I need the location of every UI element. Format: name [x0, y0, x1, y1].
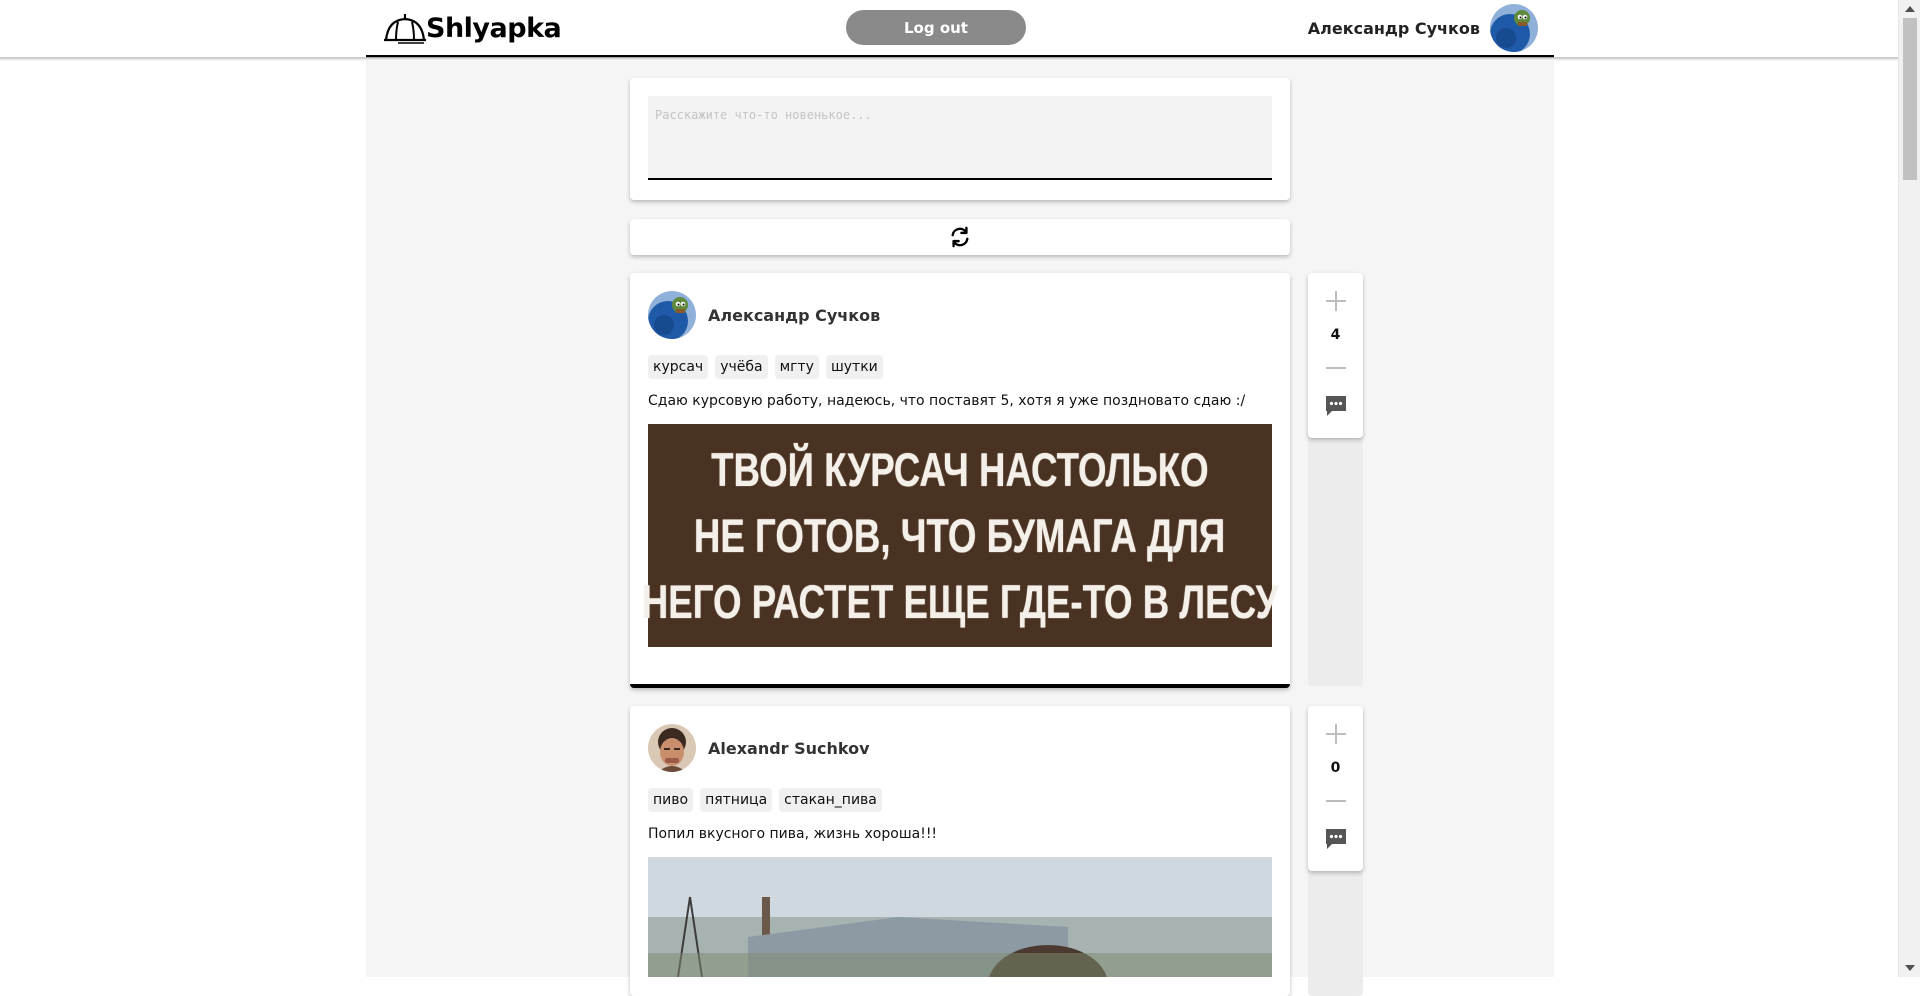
- logo-text: Shlyapka: [426, 12, 562, 44]
- refresh-icon: [951, 226, 969, 248]
- vote-count: 0: [1330, 760, 1341, 776]
- scrollbar-thumb[interactable]: [1903, 18, 1917, 180]
- plus-icon: [1326, 724, 1346, 744]
- post-tags: пиво пятница стакан_пива: [648, 788, 1272, 812]
- tag[interactable]: пиво: [648, 788, 694, 812]
- avatar[interactable]: [648, 724, 696, 772]
- downvote-button[interactable]: [1321, 786, 1351, 816]
- meme-text-line: НЕГО РАСТЕТ ЕЩЕ ГДЕ-ТО В ЛЕСУ: [641, 574, 1279, 628]
- tag[interactable]: шутки: [825, 355, 883, 379]
- plus-icon: [1326, 291, 1346, 311]
- post-actions-column: 4: [1308, 273, 1363, 686]
- meme-text-line: НЕ ГОТОВ, ЧТО БУМАГА ДЛЯ: [694, 508, 1226, 562]
- top-header: Shlyapka Log out Александр Сучков: [0, 0, 1898, 61]
- post-text: Сдаю курсовую работу, надеюсь, что поста…: [648, 393, 1246, 409]
- comment-icon: [1326, 829, 1346, 849]
- comment-icon: [1326, 396, 1346, 416]
- post-author-name[interactable]: Александр Сучков: [708, 306, 880, 325]
- post-text: Попил вкусного пива, жизнь хороша!!!: [648, 826, 938, 842]
- hat-icon: [384, 14, 426, 44]
- post-card: Alexandr Suchkov пиво пятница стакан_пив…: [630, 706, 1290, 996]
- comments-button[interactable]: [1321, 391, 1351, 421]
- scroll-down-arrow-icon[interactable]: [1905, 965, 1915, 971]
- minus-icon: [1326, 367, 1346, 369]
- post-actions-column: 0: [1308, 706, 1363, 996]
- refresh-feed-button[interactable]: [630, 219, 1290, 255]
- tag[interactable]: учёба: [715, 355, 768, 379]
- post-card: Александр Сучков курсач учёба мгту шутки…: [630, 273, 1290, 688]
- tag[interactable]: мгту: [774, 355, 819, 379]
- upvote-button[interactable]: [1321, 286, 1351, 316]
- post-image[interactable]: ТВОЙ КУРСАЧ НАСТОЛЬКО НЕ ГОТОВ, ЧТО БУМА…: [642, 424, 1278, 647]
- tag[interactable]: пятница: [700, 788, 773, 812]
- beer-photo: [648, 857, 1272, 977]
- new-post-input[interactable]: [648, 96, 1272, 180]
- post-author[interactable]: Александр Сучков: [648, 291, 1272, 339]
- new-post-composer: [630, 78, 1290, 200]
- post-author[interactable]: Alexandr Suchkov: [648, 724, 1272, 772]
- header-bar: Shlyapka Log out Александр Сучков: [366, 0, 1554, 58]
- minus-icon: [1326, 800, 1346, 802]
- logout-button[interactable]: Log out: [846, 10, 1026, 45]
- logo[interactable]: Shlyapka: [384, 10, 562, 46]
- vote-box: 0: [1308, 706, 1363, 871]
- avatar[interactable]: [648, 291, 696, 339]
- scroll-up-arrow-icon[interactable]: [1905, 6, 1915, 12]
- upvote-button[interactable]: [1321, 719, 1351, 749]
- post-author-name[interactable]: Alexandr Suchkov: [708, 739, 870, 758]
- page-scrollbar[interactable]: [1898, 0, 1920, 977]
- current-user-name[interactable]: Александр Сучков: [1308, 19, 1480, 38]
- vote-box: 4: [1308, 273, 1363, 438]
- downvote-button[interactable]: [1321, 353, 1351, 383]
- comments-button[interactable]: [1321, 824, 1351, 854]
- post-image[interactable]: [648, 857, 1272, 977]
- tag[interactable]: курсач: [648, 355, 709, 379]
- post-tags: курсач учёба мгту шутки: [648, 355, 1272, 379]
- header-user[interactable]: Александр Сучков: [1308, 4, 1538, 52]
- tag[interactable]: стакан_пива: [779, 788, 882, 812]
- meme-text-line: ТВОЙ КУРСАЧ НАСТОЛЬКО: [711, 442, 1209, 496]
- avatar[interactable]: [1490, 4, 1538, 52]
- vote-count: 4: [1330, 327, 1341, 343]
